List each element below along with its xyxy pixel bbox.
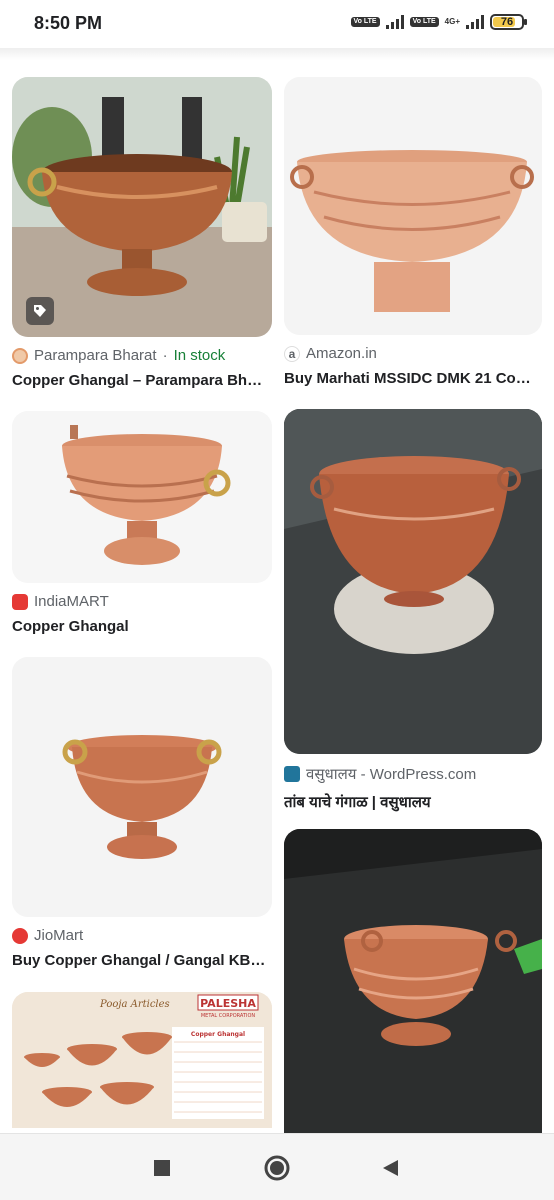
result-title[interactable]: तांब याचे गंगाळ | वसुधालय xyxy=(284,792,542,812)
result-image[interactable]: Pooja Articles PALESHA METAL CORPORATION… xyxy=(12,992,272,1128)
indiamart-icon xyxy=(12,593,28,610)
result-title[interactable]: Buy Copper Ghangal / Gangal KB… xyxy=(12,952,272,969)
wordpress-icon xyxy=(284,766,300,782)
back-button[interactable] xyxy=(376,1154,404,1182)
result-title[interactable]: Buy Marhati MSSIDC DMK 21 Co… xyxy=(284,370,542,387)
image-caption: Pooja Articles xyxy=(99,999,170,1010)
source-name: IndiaMART xyxy=(34,593,109,610)
volte-icon-2: Vo LTE xyxy=(409,17,439,27)
brand-subtitle: METAL CORPORATION xyxy=(201,1013,256,1019)
source-name: JioMart xyxy=(34,927,84,944)
stock-status: In stock xyxy=(173,347,226,364)
result-card[interactable]: a Amazon.in Buy Marhati MSSIDC DMK 21 Co… xyxy=(284,77,542,387)
signal-icon-2 xyxy=(466,15,484,29)
tag-icon xyxy=(26,297,54,325)
status-time: 8:50 PM xyxy=(34,13,103,33)
signal-icon xyxy=(385,15,404,29)
navigation-bar xyxy=(0,1133,554,1200)
result-image[interactable] xyxy=(12,657,272,917)
amazon-icon: a xyxy=(284,345,300,362)
battery-level: 76 xyxy=(500,16,514,28)
result-image[interactable] xyxy=(284,77,542,335)
result-image[interactable] xyxy=(12,77,272,337)
result-card[interactable] xyxy=(284,829,542,1133)
result-image[interactable] xyxy=(284,829,542,1133)
result-image[interactable] xyxy=(12,411,272,583)
separator: · xyxy=(162,347,168,364)
recents-icon xyxy=(154,1160,170,1176)
jiomart-icon xyxy=(12,927,28,944)
table-title: Copper Ghangal xyxy=(191,1031,245,1038)
result-image[interactable] xyxy=(284,409,542,754)
brand-name: PALESHA xyxy=(200,997,256,1010)
source-name: Parampara Bharat xyxy=(34,347,157,364)
source-name: वसुधालय - WordPress.com xyxy=(306,766,477,783)
volte-icon: Vo LTE xyxy=(350,17,380,27)
result-title[interactable]: Copper Ghangal xyxy=(12,618,272,635)
header-divider xyxy=(0,48,554,60)
status-icons: Vo LTE Vo LTE 4G+ 76 xyxy=(350,14,527,30)
result-card[interactable]: वसुधालय - WordPress.com तांब याचे गंगाळ … xyxy=(284,409,542,812)
result-source[interactable]: वसुधालय - WordPress.com xyxy=(284,764,542,784)
network-type: 4G+ xyxy=(444,17,460,26)
result-title[interactable]: Copper Ghangal – Parampara Bh… xyxy=(12,372,272,389)
result-source[interactable]: Parampara Bharat · In stock xyxy=(12,347,272,364)
back-icon xyxy=(383,1160,398,1176)
result-card[interactable]: Pooja Articles PALESHA METAL CORPORATION… xyxy=(12,992,272,1128)
result-card[interactable]: IndiaMART Copper Ghangal xyxy=(12,411,272,635)
source-name: Amazon.in xyxy=(306,345,377,362)
result-source[interactable]: a Amazon.in xyxy=(284,345,542,362)
status-bar: 8:50 PM Vo LTE Vo LTE 4G+ 76 xyxy=(0,0,554,48)
parampara-icon xyxy=(12,347,28,364)
result-source[interactable]: JioMart xyxy=(12,927,272,944)
home-icon xyxy=(264,1155,290,1181)
home-button[interactable] xyxy=(263,1154,291,1182)
result-card[interactable]: JioMart Buy Copper Ghangal / Gangal KB… xyxy=(12,657,272,969)
battery-icon: 76 xyxy=(490,14,527,30)
result-source[interactable]: IndiaMART xyxy=(12,593,272,610)
result-card[interactable]: Parampara Bharat · In stock Copper Ghang… xyxy=(12,77,272,389)
recents-button[interactable] xyxy=(148,1154,176,1182)
